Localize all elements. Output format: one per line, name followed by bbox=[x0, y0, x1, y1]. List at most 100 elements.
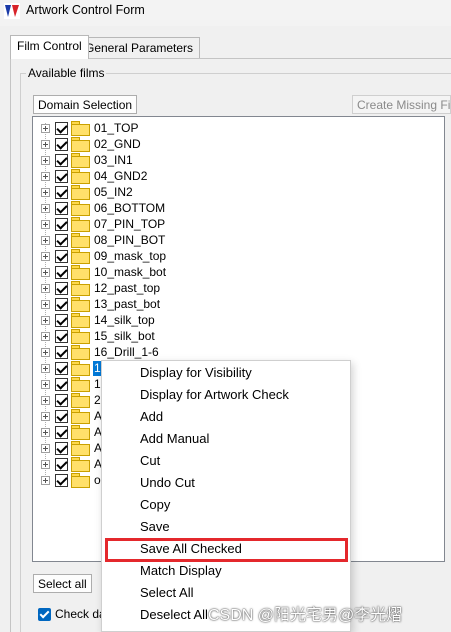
tab-general-parameters[interactable]: General Parameters bbox=[78, 37, 201, 59]
expand-plus-icon[interactable] bbox=[41, 427, 50, 437]
tree-item[interactable]: 07_PIN_TOP bbox=[41, 216, 166, 232]
tree-item-label: 15_silk_bot bbox=[94, 328, 155, 343]
menu-item[interactable]: Display for Artwork Check bbox=[140, 385, 289, 405]
film-checkbox[interactable] bbox=[55, 361, 68, 375]
tree-item[interactable]: o bbox=[41, 472, 102, 488]
expand-plus-icon[interactable] bbox=[41, 203, 50, 213]
folder-icon bbox=[71, 425, 90, 440]
expand-plus-icon[interactable] bbox=[41, 395, 50, 405]
film-checkbox[interactable] bbox=[55, 185, 68, 199]
folder-icon bbox=[71, 393, 90, 408]
window-title: Artwork Control Form bbox=[26, 3, 145, 17]
tree-item[interactable]: 03_IN1 bbox=[41, 152, 134, 168]
expand-plus-icon[interactable] bbox=[41, 299, 50, 309]
expand-plus-icon[interactable] bbox=[41, 235, 50, 245]
film-checkbox[interactable] bbox=[55, 409, 68, 423]
tree-item[interactable]: 2 bbox=[41, 392, 102, 408]
tab-film-control[interactable]: Film Control bbox=[10, 35, 89, 59]
expand-plus-icon[interactable] bbox=[41, 219, 50, 229]
expand-plus-icon[interactable] bbox=[41, 459, 50, 469]
tree-item[interactable]: 04_GND2 bbox=[41, 168, 148, 184]
tree-item[interactable]: 15_silk_bot bbox=[41, 328, 156, 344]
film-checkbox[interactable] bbox=[55, 441, 68, 455]
menu-item[interactable]: Deselect All bbox=[140, 605, 208, 625]
expand-plus-icon[interactable] bbox=[41, 331, 50, 341]
film-checkbox[interactable] bbox=[55, 473, 68, 487]
expand-plus-icon[interactable] bbox=[41, 283, 50, 293]
film-checkbox[interactable] bbox=[55, 137, 68, 151]
tree-item[interactable]: 06_BOTTOM bbox=[41, 200, 166, 216]
tree-item[interactable]: A bbox=[41, 440, 103, 456]
tree-item[interactable]: 01_TOP bbox=[41, 120, 139, 136]
tree-item-label: 13_past_bot bbox=[94, 296, 161, 311]
expand-plus-icon[interactable] bbox=[41, 443, 50, 453]
expand-plus-icon[interactable] bbox=[41, 347, 50, 357]
domain-selection-button[interactable]: Domain Selection bbox=[33, 95, 138, 114]
expand-plus-icon[interactable] bbox=[41, 363, 50, 373]
folder-icon bbox=[71, 345, 90, 360]
tree-item[interactable]: 08_PIN_BOT bbox=[41, 232, 166, 248]
folder-icon bbox=[71, 249, 90, 264]
film-checkbox[interactable] bbox=[55, 265, 68, 279]
expand-plus-icon[interactable] bbox=[41, 379, 50, 389]
menu-item[interactable]: Add bbox=[140, 407, 163, 427]
film-checkbox[interactable] bbox=[55, 393, 68, 407]
film-checkbox[interactable] bbox=[55, 281, 68, 295]
tree-item[interactable]: 10_mask_bot bbox=[41, 264, 167, 280]
tree-item[interactable]: 1 bbox=[41, 360, 102, 376]
tree-item[interactable]: 05_IN2 bbox=[41, 184, 134, 200]
tree-item-label: 14_silk_top bbox=[94, 312, 155, 327]
expand-plus-icon[interactable] bbox=[41, 267, 50, 277]
folder-icon bbox=[71, 441, 90, 456]
film-checkbox[interactable] bbox=[55, 233, 68, 247]
film-checkbox[interactable] bbox=[55, 329, 68, 343]
menu-item[interactable]: Add Manual bbox=[140, 429, 209, 449]
expand-plus-icon[interactable] bbox=[41, 171, 50, 181]
tree-item[interactable]: 02_GND bbox=[41, 136, 142, 152]
menu-item[interactable]: Select All bbox=[140, 583, 193, 603]
tree-item[interactable]: 12_past_top bbox=[41, 280, 161, 296]
film-checkbox[interactable] bbox=[55, 121, 68, 135]
tree-item[interactable]: A bbox=[41, 424, 103, 440]
film-checkbox[interactable] bbox=[55, 377, 68, 391]
expand-plus-icon[interactable] bbox=[41, 475, 50, 485]
film-checkbox[interactable] bbox=[55, 169, 68, 183]
film-checkbox[interactable] bbox=[55, 457, 68, 471]
film-checkbox[interactable] bbox=[55, 313, 68, 327]
tree-item[interactable]: 1 bbox=[41, 376, 102, 392]
film-checkbox[interactable] bbox=[55, 425, 68, 439]
film-checkbox[interactable] bbox=[55, 217, 68, 231]
expand-plus-icon[interactable] bbox=[41, 315, 50, 325]
expand-plus-icon[interactable] bbox=[41, 187, 50, 197]
tree-item[interactable]: A bbox=[41, 456, 103, 472]
menu-item[interactable]: Display for Visibility bbox=[140, 363, 252, 383]
film-checkbox[interactable] bbox=[55, 297, 68, 311]
menu-item[interactable]: Copy bbox=[140, 495, 170, 515]
expand-plus-icon[interactable] bbox=[41, 139, 50, 149]
check-database-checkbox[interactable]: Check da bbox=[38, 607, 106, 621]
expand-plus-icon[interactable] bbox=[41, 123, 50, 133]
expand-plus-icon[interactable] bbox=[41, 251, 50, 261]
film-checkbox[interactable] bbox=[55, 249, 68, 263]
menu-item[interactable]: Save All Checked bbox=[140, 539, 242, 559]
app-logo-icon bbox=[4, 3, 20, 19]
tree-item[interactable]: A bbox=[41, 408, 103, 424]
tree-item[interactable]: 13_past_bot bbox=[41, 296, 161, 312]
context-menu: Display for Visibility Display for Artwor… bbox=[101, 360, 351, 632]
film-checkbox[interactable] bbox=[55, 201, 68, 215]
tree-item[interactable]: 09_mask_top bbox=[41, 248, 167, 264]
menu-item[interactable]: Match Display bbox=[140, 561, 222, 581]
film-checkbox[interactable] bbox=[55, 153, 68, 167]
tree-item[interactable]: 14_silk_top bbox=[41, 312, 156, 328]
expand-plus-icon[interactable] bbox=[41, 411, 50, 421]
menu-item[interactable]: Save bbox=[140, 517, 170, 537]
tree-item-label: 16_Drill_1-6 bbox=[94, 344, 159, 359]
expand-plus-icon[interactable] bbox=[41, 155, 50, 165]
select-all-button[interactable]: Select all bbox=[33, 574, 92, 593]
menu-item[interactable]: Cut bbox=[140, 451, 160, 471]
tree-item[interactable]: 16_Drill_1-6 bbox=[41, 344, 160, 360]
film-checkbox[interactable] bbox=[55, 345, 68, 359]
create-missing-films-button[interactable]: Create Missing Films bbox=[352, 95, 451, 114]
tree-item-label: 05_IN2 bbox=[94, 184, 133, 199]
menu-item[interactable]: Undo Cut bbox=[140, 473, 195, 493]
